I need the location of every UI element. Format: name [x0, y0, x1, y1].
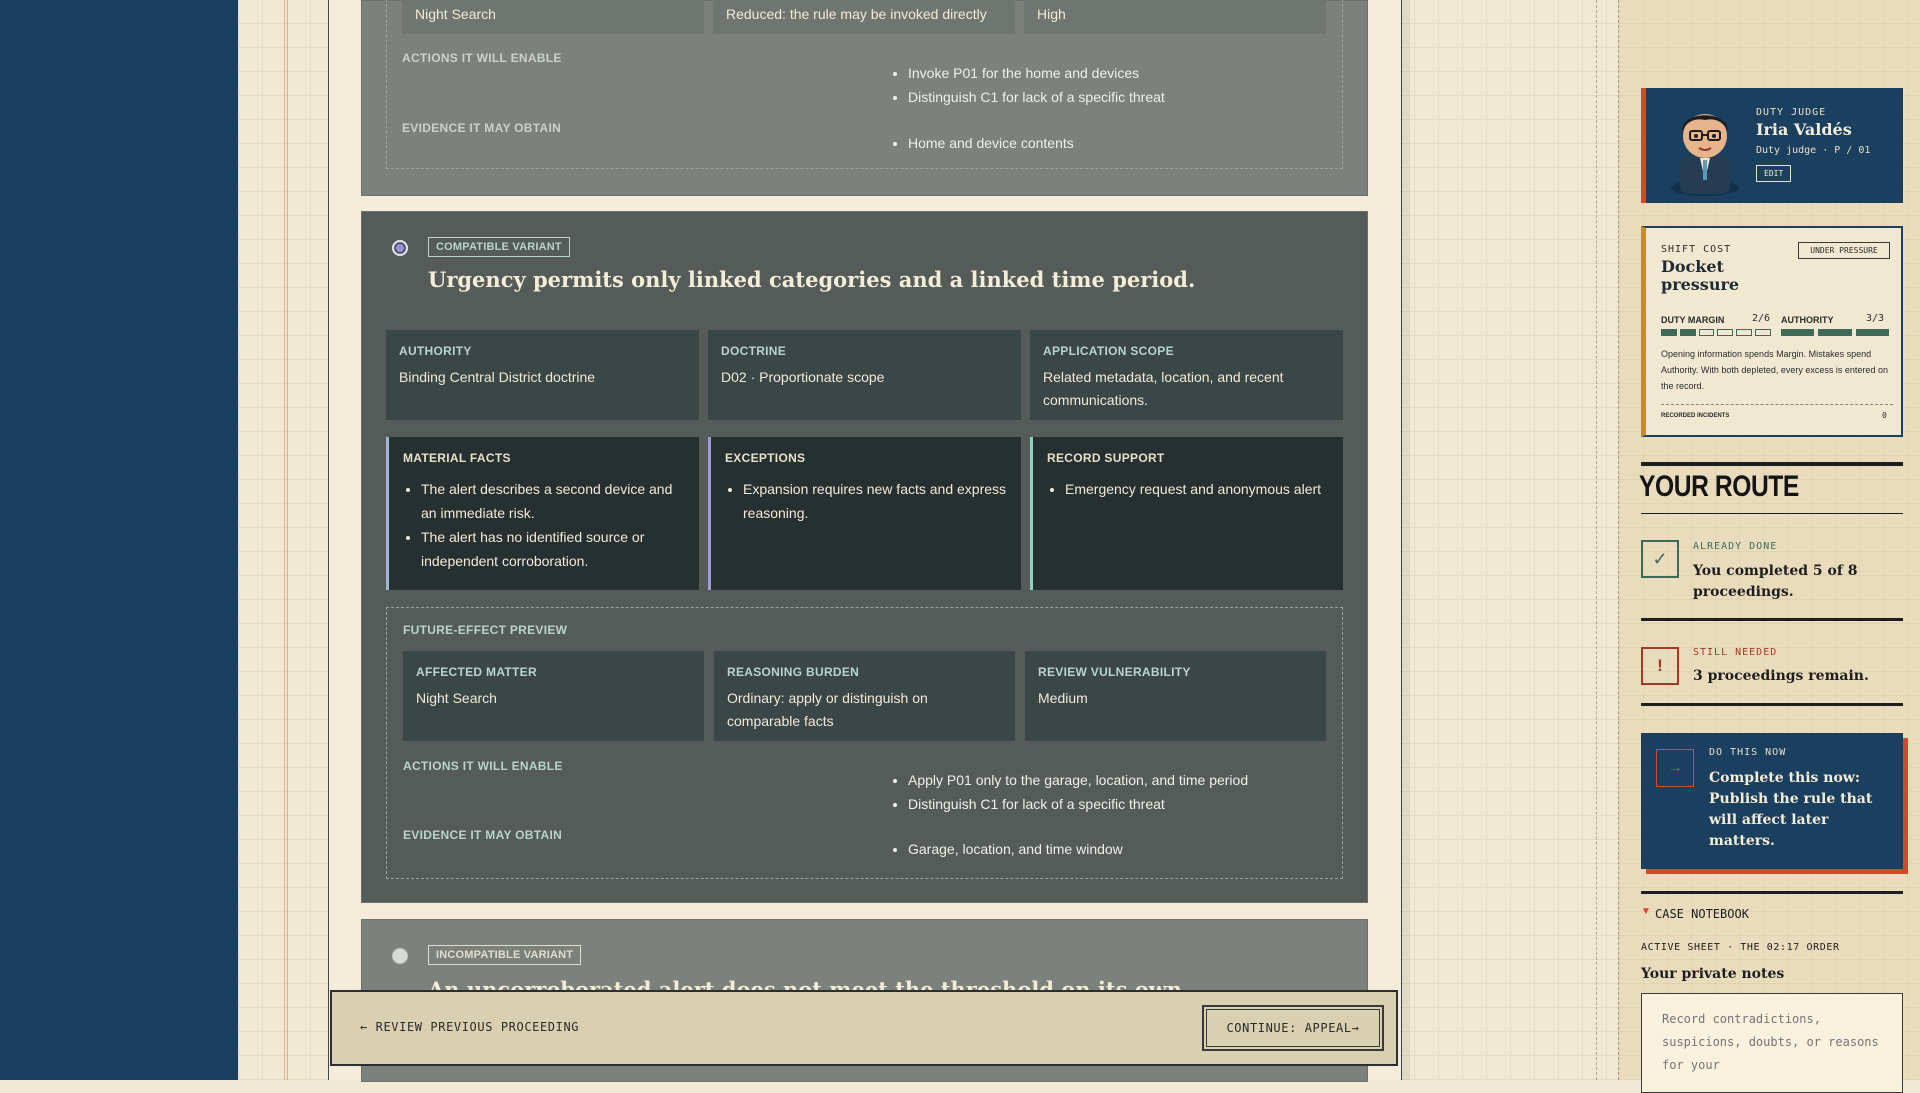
variant-title: Urgency permits only linked categories a…	[428, 267, 1196, 292]
evidence-list: Home and device contents	[890, 131, 1074, 155]
judge-name: Iria Valdés	[1756, 120, 1852, 139]
action-item: Distinguish C1 for lack of a specific th…	[908, 85, 1165, 109]
margin-value: 2/6	[1752, 313, 1771, 324]
evidence-label: EVIDENCE IT MAY OBTAIN	[403, 828, 563, 842]
done-kicker: ALREADY DONE	[1693, 541, 1778, 552]
affected-matter-tile: Night Search	[402, 0, 704, 34]
exception-item: Expansion requires new facts and express…	[743, 477, 1008, 525]
docket-pressure-card: SHIFT COST Docket pressure UNDER PRESSUR…	[1641, 226, 1903, 437]
cost-note: Opening information spends Margin. Mista…	[1661, 349, 1888, 391]
incidents-label: RECORDED INCIDENTS	[1661, 413, 1730, 419]
action-item: Apply P01 only to the garage, location, …	[908, 768, 1248, 792]
meter-segment	[1818, 329, 1852, 336]
pressure-status-badge: UNDER PRESSURE	[1798, 242, 1890, 259]
variant-card-previous: Night Search Reduced: the rule may be in…	[361, 0, 1368, 196]
meter-segment	[1679, 329, 1696, 336]
cost-kicker: SHIFT COST	[1661, 244, 1732, 255]
needed-kicker: STILL NEEDED	[1693, 647, 1778, 658]
meter-segment	[1717, 329, 1734, 336]
record-support-item: Emergency request and anonymous alert	[1065, 477, 1330, 501]
reasoning-burden-tile: REASONING BURDEN Ordinary: apply or dist…	[714, 651, 1015, 741]
margin-meter	[1661, 329, 1771, 336]
arrow-right-icon: →	[1656, 749, 1694, 787]
action-item: Invoke P01 for the home and devices	[908, 61, 1165, 85]
actions-label: ACTIONS IT WILL ENABLE	[402, 51, 562, 65]
incidents-value: 0	[1882, 411, 1887, 420]
triangle-down-icon[interactable]: ▼	[1641, 906, 1651, 917]
alert-icon: !	[1641, 647, 1679, 685]
cost-title: Docket pressure	[1661, 257, 1740, 294]
now-text: Complete this now: Publish the rule that…	[1709, 770, 1873, 849]
variant-card-compatible[interactable]: COMPATIBLE VARIANT Urgency permits only …	[361, 211, 1368, 903]
margin-label: DUTY MARGIN	[1661, 315, 1725, 325]
meter-segment	[1781, 329, 1815, 336]
needed-text: 3 proceedings remain.	[1693, 668, 1869, 684]
evidence-item: Garage, location, and time window	[908, 837, 1123, 861]
evidence-item: Home and device contents	[908, 131, 1074, 155]
judge-card: DUTY JUDGE Iria Valdés Duty judge · P / …	[1641, 88, 1903, 203]
notebook-toggle[interactable]: CASE NOTEBOOK	[1655, 907, 1749, 921]
judge-avatar	[1671, 114, 1739, 196]
material-facts-tile: MATERIAL FACTS The alert describes a sec…	[386, 437, 699, 590]
done-text: You completed 5 of 8 proceedings.	[1693, 563, 1858, 600]
active-sheet-label: ACTIVE SHEET · THE 02:17 ORDER	[1641, 942, 1840, 953]
judge-kicker: DUTY JUDGE	[1756, 107, 1827, 118]
judge-role: Duty judge · P / 01	[1756, 145, 1871, 156]
reasoning-burden-tile: Reduced: the rule may be invoked directl…	[713, 0, 1015, 34]
variant-badge: INCOMPATIBLE VARIANT	[428, 945, 582, 965]
evidence-list: Garage, location, and time window	[890, 837, 1123, 861]
check-icon: ✓	[1641, 540, 1679, 578]
edit-judge-button[interactable]: EDIT	[1756, 165, 1792, 182]
notes-title: Your private notes	[1641, 966, 1785, 982]
do-this-now-card[interactable]: → DO THIS NOW Complete this now: Publish…	[1641, 733, 1903, 869]
meter-segment	[1855, 329, 1889, 336]
review-previous-button[interactable]: ← REVIEW PREVIOUS PROCEEDING	[360, 1020, 579, 1034]
action-item: Distinguish C1 for lack of a specific th…	[908, 792, 1248, 816]
meter-segment	[1755, 329, 1771, 336]
affected-matter-tile: AFFECTED MATTER Night Search	[403, 651, 704, 741]
variant-badge: COMPATIBLE VARIANT	[428, 237, 570, 257]
now-kicker: DO THIS NOW	[1709, 747, 1787, 758]
route-heading: YOUR ROUTE	[1639, 470, 1799, 503]
actions-list: Invoke P01 for the home and devicesDisti…	[890, 61, 1165, 109]
continue-appeal-button[interactable]: CONTINUE: APPEAL→	[1202, 1005, 1384, 1051]
meter-segment	[1736, 329, 1753, 336]
authority-value: 3/3	[1866, 313, 1885, 324]
private-notes-textarea[interactable]	[1641, 993, 1903, 1093]
record-support-tile: RECORD SUPPORT Emergency request and ano…	[1030, 437, 1343, 590]
sidebar-divider	[1596, 0, 1598, 1080]
meter-segment	[1698, 329, 1715, 336]
evidence-label: EVIDENCE IT MAY OBTAIN	[402, 121, 562, 135]
authority-label: AUTHORITY	[1781, 315, 1834, 325]
application-scope-tile: APPLICATION SCOPE Related metadata, loca…	[1030, 330, 1343, 420]
authority-meter	[1781, 329, 1889, 336]
future-effect-label: FUTURE-EFFECT PREVIEW	[403, 623, 568, 637]
material-fact-item: The alert has no identified source or in…	[421, 525, 686, 573]
review-vulnerability-tile: High	[1024, 0, 1326, 34]
meter-segment	[1661, 329, 1677, 336]
authority-tile: AUTHORITY Binding Central District doctr…	[386, 330, 699, 420]
left-rail	[0, 0, 238, 1080]
material-fact-item: The alert describes a second device and …	[421, 477, 686, 525]
proceeding-nav-bar: ← REVIEW PREVIOUS PROCEEDING CONTINUE: A…	[330, 990, 1398, 1066]
sidebar: DUTY JUDGE Iria Valdés Duty judge · P / …	[1618, 0, 1920, 1093]
actions-list: Apply P01 only to the garage, location, …	[890, 768, 1248, 816]
variant-radio-selected[interactable]	[392, 240, 408, 256]
doctrine-tile: DOCTRINE D02 · Proportionate scope	[708, 330, 1021, 420]
exceptions-tile: EXCEPTIONS Expansion requires new facts …	[708, 437, 1021, 590]
review-vulnerability-tile: REVIEW VULNERABILITY Medium	[1025, 651, 1326, 741]
variant-radio[interactable]	[392, 948, 408, 964]
actions-label: ACTIONS IT WILL ENABLE	[403, 759, 563, 773]
